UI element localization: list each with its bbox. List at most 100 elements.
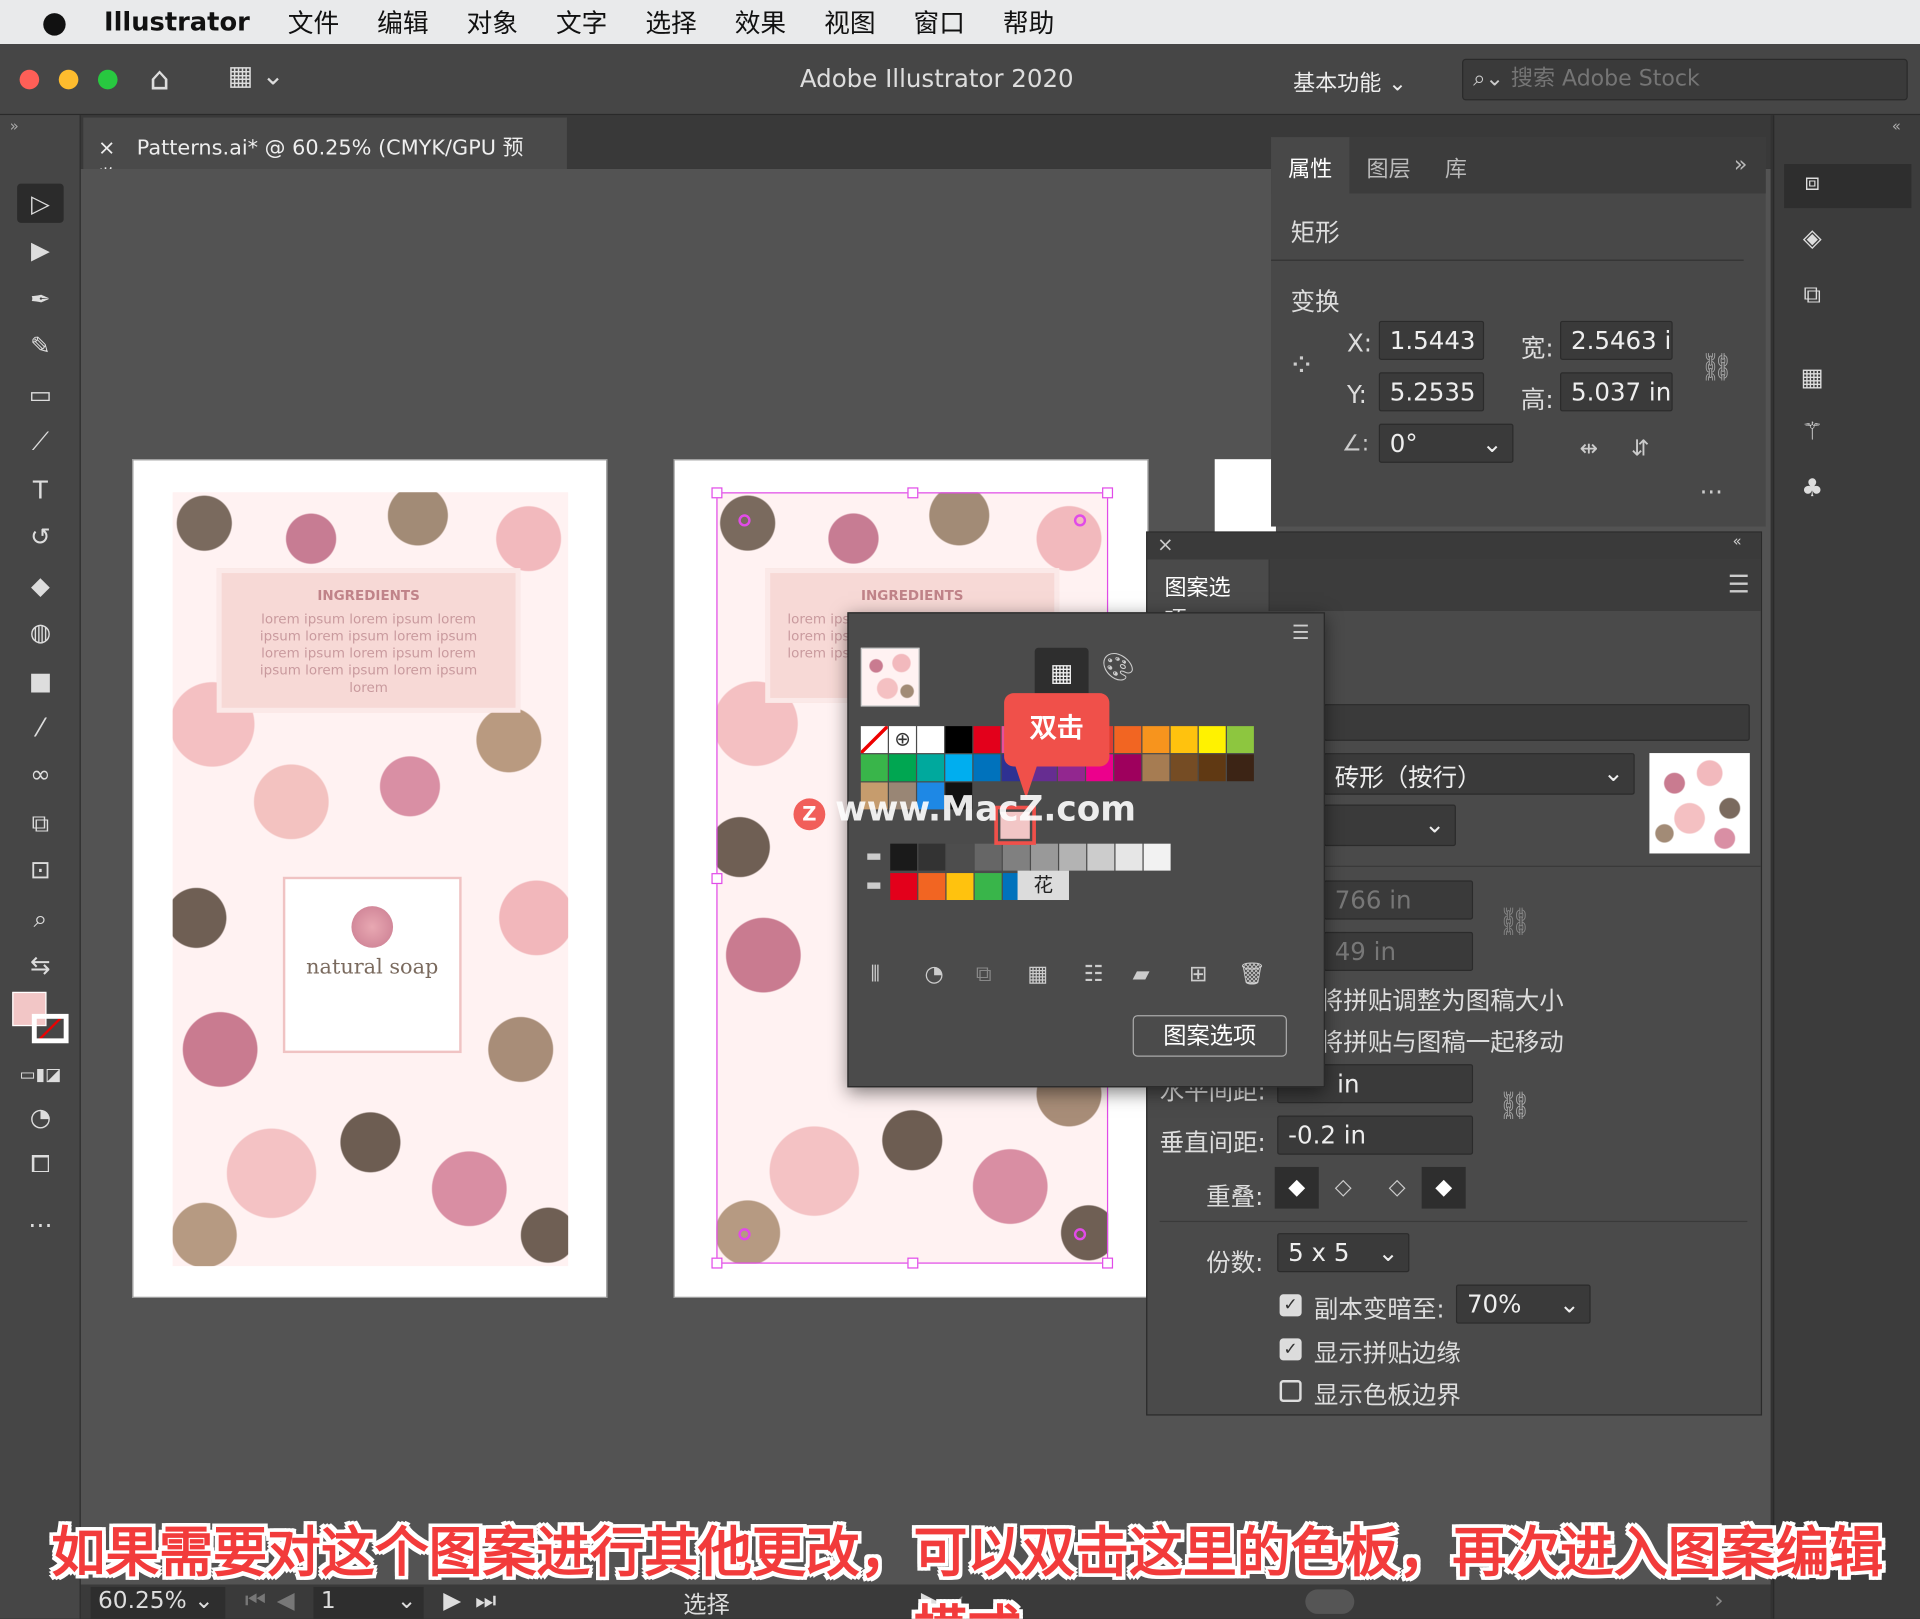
corner-widget[interactable] [1073,1228,1087,1241]
menu-help[interactable]: 帮助 [1003,4,1054,41]
color-group-icon[interactable]: ☷ [1084,961,1104,987]
draw-mode-icon[interactable]: ◔ [17,1097,64,1136]
rotate-tool-icon[interactable]: ↺ [17,517,64,556]
color-swatch[interactable] [918,873,946,901]
brushes-icon[interactable]: ⚚ [1794,416,1831,453]
close-tab-icon[interactable]: × [98,136,115,160]
menu-edit[interactable]: 编辑 [377,4,428,41]
color-mode-icon[interactable]: ▭▮◪ [17,1056,64,1095]
pattern-name-field[interactable] [1323,704,1750,741]
color-swatch[interactable] [1087,843,1115,871]
tab-properties[interactable]: 属性 [1271,137,1350,194]
zoom-select[interactable]: 60.25% ⌄ [90,1586,226,1619]
minimize-window-button[interactable] [58,69,79,90]
new-group-folder-icon[interactable]: ▰ [1133,961,1150,987]
height-field[interactable]: 5.037 in [1560,372,1673,412]
color-swatch[interactable] [1031,843,1058,871]
grid-view-button[interactable]: ▦ [1034,647,1089,697]
color-swatch[interactable] [1198,726,1226,754]
properties-icon[interactable]: ⧈ [1794,167,1831,204]
registration-swatch[interactable]: ⊕ [888,726,916,754]
curvature-tool-icon[interactable]: ✎ [17,326,64,365]
libraries-icon[interactable]: ⧉ [1794,279,1831,316]
pen-tool-icon[interactable]: ✒ [17,279,64,318]
overlap-top-in-front-button[interactable]: ◇ [1375,1167,1419,1209]
color-swatch[interactable] [946,843,974,871]
reference-point-icon[interactable]: ⁘ [1288,348,1315,385]
artboard-3[interactable] [1214,459,1276,533]
constrain-proportions-icon[interactable]: ⛓ [1700,353,1734,384]
more-options-icon[interactable]: ... [1700,470,1723,499]
pattern-options-button[interactable]: 图案选项 [1132,1015,1287,1057]
color-swatch[interactable] [946,873,974,901]
collapse-dock-icon[interactable]: « [1892,118,1901,135]
color-swatch[interactable] [888,754,916,782]
corner-widget[interactable] [738,1228,751,1241]
color-swatch[interactable] [974,843,1002,871]
color-swatch[interactable] [890,873,918,901]
color-swatch[interactable] [860,754,888,782]
corner-widget[interactable] [738,514,751,527]
list-view-icon[interactable]: ☰ [1292,621,1310,644]
first-artboard-icon[interactable]: ⏮ [245,1587,266,1614]
color-swatch[interactable] [890,843,918,871]
width-field[interactable]: 2.5463 ir [1560,320,1673,361]
document-tab[interactable]: × Patterns.ai* @ 60.25% (CMYK/GPU 预览) [83,117,567,191]
color-themes-icon[interactable]: 🎨︎ [1101,653,1135,684]
color-swatch[interactable] [917,754,945,782]
resize-handle[interactable] [711,1257,723,1269]
color-swatch[interactable] [1170,726,1198,754]
color-swatch[interactable] [917,726,945,754]
tab-layers[interactable]: 图层 [1367,152,1411,184]
delete-swatch-icon[interactable]: 🗑︎ [1238,961,1266,987]
collapse-toolbar-icon[interactable]: » [10,118,19,135]
prev-artboard-icon[interactable]: ◀ [277,1587,295,1614]
color-swatch[interactable] [1226,754,1254,782]
link-dimensions-icon[interactable]: ⛓ [1498,907,1532,938]
stock-search-field[interactable]: ⌕⌄ [1462,58,1908,101]
scroll-right-icon[interactable]: › [1714,1587,1723,1614]
move-tile-with-art-label[interactable]: 将拼贴与图稿一起移动 [1319,1022,1564,1058]
color-swatch[interactable] [1226,726,1254,754]
dim-copies-select[interactable]: 70% ⌄ [1455,1284,1591,1324]
show-tile-edge-checkbox[interactable]: ✓ [1279,1338,1302,1361]
type-tool-icon[interactable]: T [17,470,64,509]
apple-icon[interactable]: ● [42,5,68,39]
resize-handle[interactable] [711,487,723,499]
artboard-number-field[interactable]: 1 ⌄ [313,1586,424,1619]
selection-tool-icon[interactable]: ▷ [17,183,64,223]
screen-mode-icon[interactable]: ⧠ [17,1144,64,1183]
next-artboard-icon[interactable]: ▶ [443,1587,461,1614]
resize-handle[interactable] [1102,1257,1114,1269]
new-swatch-icon[interactable]: ⊞ [1189,961,1207,987]
menu-effect[interactable]: 效果 [735,4,786,41]
symbols-icon[interactable]: ♣ [1794,473,1831,510]
horizontal-scrollbar[interactable] [1305,1589,1355,1614]
overlap-left-in-front-button[interactable]: ◆ [1274,1166,1319,1209]
swatch-kinds-icon[interactable]: ◔ [924,961,943,987]
menu-object[interactable]: 对象 [467,4,518,41]
rectangle-tool-icon[interactable]: ▭ [17,375,64,414]
color-swatch[interactable] [918,843,946,871]
link-spacing-icon[interactable]: ⛓ [1498,1091,1532,1122]
menu-select[interactable]: 选择 [645,4,696,41]
panel-menu-icon[interactable]: ☰ [1728,569,1750,598]
flip-horizontal-icon[interactable]: ⇹ [1580,436,1598,462]
color-swatch[interactable] [1115,843,1143,871]
resize-handle[interactable] [907,487,919,499]
color-swatch[interactable] [1143,843,1171,871]
artboard-tool-icon[interactable]: ⊡ [17,850,64,889]
size-tile-to-art-label[interactable]: 将拼贴调整为图稿大小 [1319,981,1564,1017]
x-field[interactable]: 1.5443 i [1378,320,1485,361]
zoom-window-button[interactable] [97,69,118,90]
active-swatch-thumbnail[interactable] [860,647,920,707]
resize-handle[interactable] [907,1257,919,1269]
stroke-swatch[interactable] [31,1013,69,1044]
blend-tool-icon[interactable]: ∞ [17,754,64,793]
menu-file[interactable]: 文件 [288,4,339,41]
home-icon[interactable]: ⌂ [149,61,169,98]
corner-widget[interactable] [1073,514,1087,527]
stock-search-input[interactable] [1510,66,1867,92]
v-spacing-field[interactable]: -0.2 in [1277,1115,1474,1155]
layers-icon[interactable]: ◈ [1794,223,1831,260]
